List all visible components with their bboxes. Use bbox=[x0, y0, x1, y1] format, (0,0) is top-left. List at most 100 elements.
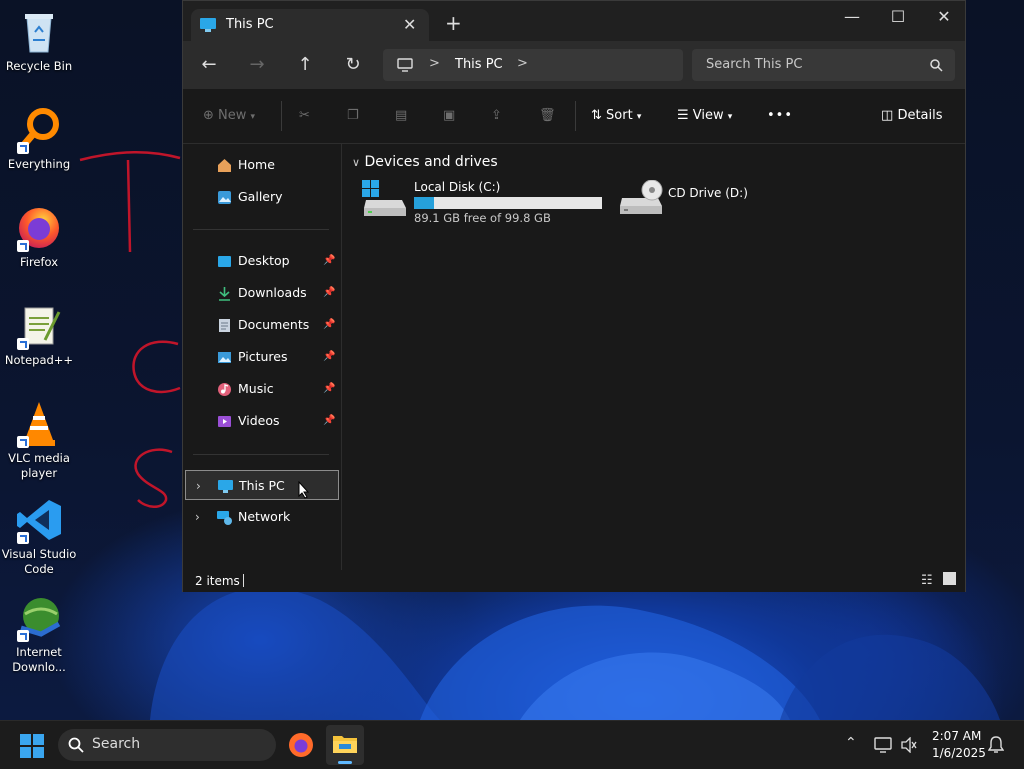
status-bar: 2 items ☷ bbox=[183, 570, 965, 592]
rename-icon[interactable]: ▣ bbox=[443, 105, 455, 127]
everything-search-icon bbox=[15, 106, 63, 154]
back-arrow-icon[interactable]: ← bbox=[195, 51, 223, 79]
refresh-icon[interactable]: ↻ bbox=[339, 51, 367, 79]
view-button[interactable]: ☰ View ▾ bbox=[677, 105, 732, 127]
details-view-icon[interactable]: ☷ bbox=[921, 573, 933, 588]
tab-close-icon[interactable]: ✕ bbox=[403, 15, 416, 34]
chevron-down-icon: ▾ bbox=[636, 112, 642, 122]
minimize-button[interactable]: — bbox=[829, 5, 875, 29]
shortcut-arrow-icon bbox=[17, 338, 29, 350]
breadcrumb-chevron[interactable]: > bbox=[517, 56, 528, 71]
desktop-icon-recycle-bin[interactable]: Recycle Bin bbox=[0, 8, 78, 74]
breadcrumb-this-pc[interactable]: This PC bbox=[455, 57, 503, 72]
item-count: 2 items bbox=[195, 574, 240, 588]
network-status-icon[interactable] bbox=[874, 737, 892, 753]
copy-icon[interactable]: ❐ bbox=[347, 105, 359, 127]
maximize-button[interactable]: ☐ bbox=[875, 5, 921, 29]
chevron-up-icon[interactable]: ⌃ bbox=[845, 735, 857, 751]
tab-this-pc[interactable]: This PC ✕ bbox=[191, 9, 429, 41]
pin-icon[interactable]: 📌 bbox=[323, 374, 335, 404]
sidebar-item-music[interactable]: Music 📌 bbox=[185, 374, 339, 404]
firefox-taskbar-icon[interactable] bbox=[288, 732, 314, 758]
sort-arrows-icon: ⇅ bbox=[591, 108, 602, 123]
desktop-icon-notepad-plus-plus[interactable]: Notepad++ bbox=[0, 302, 78, 368]
this-pc-icon bbox=[218, 480, 233, 493]
desktop-icon-firefox[interactable]: Firefox bbox=[0, 204, 78, 270]
drive-cd-d[interactable]: CD Drive (D:) bbox=[618, 178, 818, 228]
pin-icon[interactable]: 📌 bbox=[323, 342, 335, 372]
drive-name: CD Drive (D:) bbox=[668, 186, 748, 200]
sidebar-item-pictures[interactable]: Pictures 📌 bbox=[185, 342, 339, 372]
pictures-icon bbox=[218, 352, 231, 363]
desktop-icon-vscode[interactable]: Visual Studio Code bbox=[0, 496, 78, 577]
desktop-icon-internet-download-manager[interactable]: Internet Downlo... bbox=[0, 594, 78, 675]
notepad-plus-plus-icon bbox=[15, 302, 63, 350]
capacity-bar bbox=[414, 197, 602, 209]
file-explorer-taskbar-button[interactable] bbox=[326, 725, 364, 765]
pin-icon[interactable]: 📌 bbox=[323, 246, 335, 276]
chevron-right-icon[interactable]: › bbox=[195, 502, 200, 532]
view-list-icon: ☰ bbox=[677, 108, 689, 123]
chevron-right-icon[interactable]: › bbox=[196, 471, 201, 501]
group-header-devices[interactable]: ∨ Devices and drives bbox=[352, 154, 498, 170]
toolbar-divider bbox=[575, 101, 576, 131]
share-icon[interactable]: ⇪ bbox=[491, 105, 502, 127]
forward-arrow-icon[interactable]: → bbox=[243, 51, 271, 79]
drive-free-space: 89.1 GB free of 99.8 GB bbox=[414, 211, 551, 225]
sort-button[interactable]: ⇅ Sort ▾ bbox=[591, 105, 641, 127]
close-window-button[interactable]: ✕ bbox=[921, 5, 967, 29]
sidebar-item-documents[interactable]: Documents 📌 bbox=[185, 310, 339, 340]
sidebar-item-gallery[interactable]: Gallery bbox=[185, 182, 339, 212]
start-windows-icon[interactable] bbox=[20, 734, 44, 758]
speaker-muted-icon[interactable] bbox=[900, 737, 918, 753]
sidebar-item-this-pc[interactable]: › This PC bbox=[185, 470, 339, 500]
clock-time[interactable]: 2:07 AM bbox=[932, 729, 981, 743]
sidebar-item-videos[interactable]: Videos 📌 bbox=[185, 406, 339, 436]
clock-date[interactable]: 1/6/2025 bbox=[932, 746, 986, 760]
new-button[interactable]: ⊕ New ▾ bbox=[203, 105, 255, 127]
pin-icon[interactable]: 📌 bbox=[323, 310, 335, 340]
cut-icon[interactable]: ✂ bbox=[299, 105, 310, 127]
desktop-icon-everything[interactable]: Everything bbox=[0, 106, 78, 172]
details-button[interactable]: ◫ Details bbox=[881, 105, 943, 127]
gallery-icon bbox=[218, 191, 231, 204]
file-view[interactable]: ∨ Devices and drives Local Disk (C:) 89.… bbox=[342, 144, 965, 570]
network-icon bbox=[217, 511, 232, 525]
notification-bell-icon[interactable] bbox=[988, 736, 1004, 754]
paste-icon[interactable]: ▤ bbox=[395, 105, 407, 127]
address-bar[interactable]: > This PC > bbox=[383, 49, 683, 81]
sidebar-item-desktop[interactable]: Desktop 📌 bbox=[185, 246, 339, 276]
pin-icon[interactable]: 📌 bbox=[323, 406, 335, 436]
drive-name: Local Disk (C:) bbox=[414, 180, 501, 194]
delete-icon[interactable]: 🗑 bbox=[539, 105, 556, 127]
internet-download-manager-icon bbox=[15, 594, 63, 642]
sidebar-divider bbox=[193, 454, 329, 455]
sidebar-item-downloads[interactable]: Downloads 📌 bbox=[185, 278, 339, 308]
mouse-cursor-icon bbox=[298, 481, 310, 499]
search-input[interactable]: Search This PC bbox=[706, 57, 802, 72]
desktop-icon-vlc[interactable]: VLC media player bbox=[0, 400, 78, 481]
home-icon bbox=[218, 159, 231, 172]
download-arrow-icon bbox=[219, 287, 230, 301]
taskbar-search-input[interactable]: Search bbox=[92, 736, 140, 752]
hard-drive-windows-icon bbox=[362, 180, 406, 216]
tab-title: This PC bbox=[226, 17, 274, 32]
this-pc-icon bbox=[200, 18, 216, 32]
new-tab-button[interactable]: + bbox=[445, 13, 462, 33]
taskbar-search-box[interactable]: Search bbox=[58, 729, 276, 761]
drive-local-disk-c[interactable]: Local Disk (C:) 89.1 GB free of 99.8 GB bbox=[362, 178, 612, 228]
up-arrow-icon[interactable]: ↑ bbox=[291, 51, 319, 79]
sidebar-item-network[interactable]: › Network bbox=[185, 502, 339, 532]
breadcrumb-separator[interactable]: > bbox=[429, 56, 440, 71]
large-icons-view-icon[interactable] bbox=[943, 572, 956, 585]
shortcut-arrow-icon bbox=[17, 630, 29, 642]
sidebar-item-home[interactable]: Home bbox=[185, 150, 339, 180]
shortcut-arrow-icon bbox=[17, 142, 29, 154]
title-bar[interactable]: This PC ✕ + — ☐ ✕ bbox=[183, 1, 965, 41]
pin-icon[interactable]: 📌 bbox=[323, 278, 335, 308]
more-options-button[interactable]: ••• bbox=[767, 105, 793, 127]
cd-drive-icon bbox=[620, 180, 663, 214]
command-bar: ⊕ New ▾ ✂ ❐ ▤ ▣ ⇪ 🗑 ⇅ Sort ▾ ☰ View ▾ ••… bbox=[183, 89, 965, 144]
video-icon bbox=[218, 416, 231, 427]
search-box[interactable]: Search This PC bbox=[692, 49, 955, 81]
